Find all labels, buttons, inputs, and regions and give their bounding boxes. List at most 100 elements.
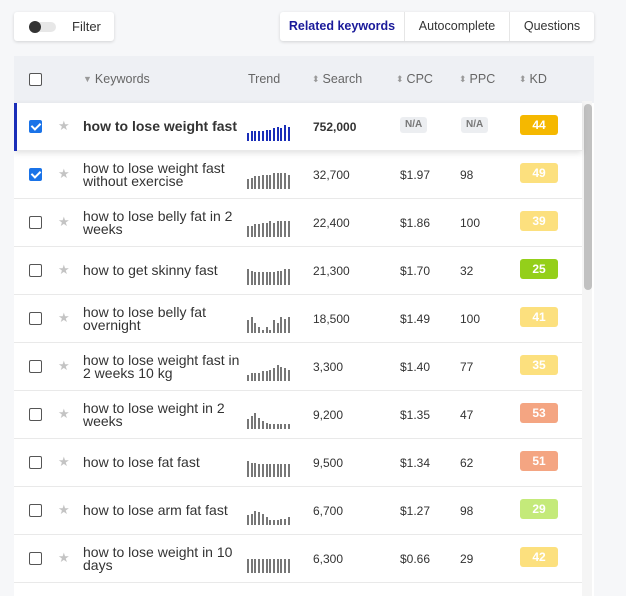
trend-bar bbox=[272, 128, 275, 141]
trend-bar bbox=[261, 371, 264, 381]
keyword-link[interactable]: how to lose weight fast without exercise bbox=[83, 161, 241, 188]
select-all-checkbox[interactable] bbox=[29, 73, 42, 86]
table-row[interactable]: ★ how to lose arm fat fast 6,700 $1.27 9… bbox=[14, 487, 582, 535]
keyword-link[interactable]: how to lose weight in 10 days bbox=[83, 545, 241, 572]
star-icon[interactable]: ★ bbox=[58, 310, 70, 326]
row-checkbox[interactable] bbox=[29, 504, 42, 517]
row-checkbox[interactable] bbox=[29, 408, 42, 421]
row-checkbox[interactable] bbox=[29, 264, 42, 277]
filter-toggle-switch[interactable] bbox=[29, 21, 56, 33]
tab-related-keywords[interactable]: Related keywords bbox=[280, 12, 405, 41]
header-trend: Trend bbox=[248, 72, 281, 86]
trend-bar bbox=[247, 375, 249, 381]
trend-bar bbox=[272, 368, 275, 381]
table-row[interactable]: ★ how to lose weight fast in 2 weeks 10 … bbox=[14, 343, 582, 391]
keyword-link[interactable]: how to lose weight fast bbox=[83, 119, 241, 133]
table-row[interactable]: ★ how to get skinny fast 21,300 $1.70 32… bbox=[14, 247, 582, 295]
trend-bar bbox=[284, 519, 286, 525]
header-search[interactable]: ⬍ Search bbox=[312, 72, 362, 86]
trend-bar bbox=[261, 559, 264, 573]
trend-bar bbox=[276, 464, 279, 477]
cpc-na-badge: N/A bbox=[400, 117, 428, 133]
row-checkbox[interactable] bbox=[29, 360, 42, 373]
keywords-table: ▼ Keywords Trend ⬍ Search ⬍ CPC ⬍ PPC ⬍ KD ★ … bbox=[14, 56, 594, 596]
keyword-link[interactable]: how to lose fat fast bbox=[83, 455, 241, 469]
trend-bar bbox=[258, 464, 261, 477]
header-cpc[interactable]: ⬍ CPC bbox=[396, 72, 433, 86]
kd-badge: 42 bbox=[520, 547, 558, 567]
table-row[interactable]: ★ how to lose weight in 10 days 6,300 $0… bbox=[14, 535, 582, 583]
tab-autocomplete[interactable]: Autocomplete bbox=[405, 12, 510, 41]
header-ppc[interactable]: ⬍ PPC bbox=[459, 72, 495, 86]
keyword-link[interactable]: how to lose belly fat overnight bbox=[83, 305, 241, 332]
trend-bar bbox=[287, 559, 290, 573]
trend-bar bbox=[284, 173, 286, 189]
row-checkbox[interactable] bbox=[29, 312, 42, 325]
kd-badge: 25 bbox=[520, 259, 558, 279]
search-volume: 9,500 bbox=[313, 456, 344, 470]
keyword-link[interactable]: how to lose weight in 2 weeks bbox=[83, 401, 241, 428]
trend-bar bbox=[247, 133, 249, 141]
star-icon[interactable]: ★ bbox=[58, 262, 70, 278]
table-row[interactable]: ★ how to lose weight fast without exerci… bbox=[14, 151, 582, 199]
trend-bar bbox=[254, 373, 257, 381]
table-row[interactable]: ★ how to lose belly fat overnight 18,500… bbox=[14, 295, 582, 343]
search-volume: 22,400 bbox=[313, 216, 350, 230]
trend-bar bbox=[258, 272, 261, 285]
star-icon[interactable]: ★ bbox=[58, 502, 70, 518]
keyword-link[interactable]: how to lose belly fat in 2 weeks bbox=[83, 209, 241, 236]
star-icon[interactable]: ★ bbox=[58, 358, 70, 374]
star-icon[interactable]: ★ bbox=[58, 406, 70, 422]
trend-sparkline bbox=[247, 173, 291, 189]
trend-bar bbox=[284, 424, 286, 429]
trend-bar bbox=[265, 272, 268, 285]
star-icon[interactable]: ★ bbox=[58, 214, 70, 230]
row-checkbox[interactable] bbox=[29, 216, 42, 229]
table-row[interactable]: ★ how to lose weight in 2 weeks 9,200 $1… bbox=[14, 391, 582, 439]
star-icon[interactable]: ★ bbox=[58, 454, 70, 470]
trend-bar bbox=[269, 330, 272, 333]
trend-bar bbox=[261, 514, 264, 525]
trend-bar bbox=[287, 517, 290, 525]
trend-bar bbox=[272, 272, 275, 285]
trend-bar bbox=[265, 559, 268, 573]
table-row[interactable]: ★ how to lose belly fat in 2 weeks 22,40… bbox=[14, 199, 582, 247]
ppc-value: 62 bbox=[460, 456, 474, 470]
table-row[interactable]: ★ how to lose fat fast 9,500 $1.34 62 51 bbox=[14, 439, 582, 487]
row-checkbox[interactable] bbox=[29, 168, 42, 181]
search-volume: 32,700 bbox=[313, 168, 350, 182]
star-icon[interactable]: ★ bbox=[58, 166, 70, 182]
cpc-value: $1.97 bbox=[400, 168, 431, 182]
keyword-link[interactable]: how to lose weight fast in 2 weeks 10 kg bbox=[83, 353, 241, 380]
trend-bar bbox=[258, 373, 261, 381]
scrollbar-thumb[interactable] bbox=[584, 104, 592, 290]
star-icon[interactable]: ★ bbox=[58, 550, 70, 566]
row-checkbox[interactable] bbox=[29, 552, 42, 565]
header-keywords[interactable]: ▼ Keywords bbox=[83, 72, 150, 86]
trend-sparkline bbox=[247, 221, 291, 237]
filter-toggle-button[interactable]: Filter bbox=[14, 12, 114, 41]
header-kd[interactable]: ⬍ KD bbox=[519, 72, 547, 86]
trend-bar bbox=[258, 559, 261, 573]
trend-sparkline bbox=[247, 461, 291, 477]
trend-bar bbox=[258, 224, 261, 237]
keyword-link[interactable]: how to get skinny fast bbox=[83, 263, 241, 277]
star-icon[interactable]: ★ bbox=[58, 118, 70, 134]
kd-badge: 35 bbox=[520, 355, 558, 375]
trend-bar bbox=[276, 365, 279, 381]
tab-questions[interactable]: Questions bbox=[510, 12, 594, 41]
trend-bar bbox=[269, 175, 272, 189]
row-checkbox[interactable] bbox=[29, 456, 42, 469]
ppc-na-badge: N/A bbox=[461, 117, 489, 133]
keyword-link[interactable]: how to lose arm fat fast bbox=[83, 503, 241, 517]
table-row[interactable]: ★ how to lose weight fast 752,000 N/A N/… bbox=[14, 103, 582, 151]
trend-bar bbox=[287, 175, 290, 189]
trend-bar bbox=[284, 269, 286, 285]
trend-bar bbox=[272, 223, 275, 237]
trend-bar bbox=[284, 221, 286, 237]
row-checkbox[interactable] bbox=[29, 120, 42, 133]
trend-bar bbox=[269, 424, 272, 429]
trend-bar bbox=[261, 223, 264, 237]
trend-bar bbox=[284, 319, 286, 333]
ppc-value: 47 bbox=[460, 408, 474, 422]
